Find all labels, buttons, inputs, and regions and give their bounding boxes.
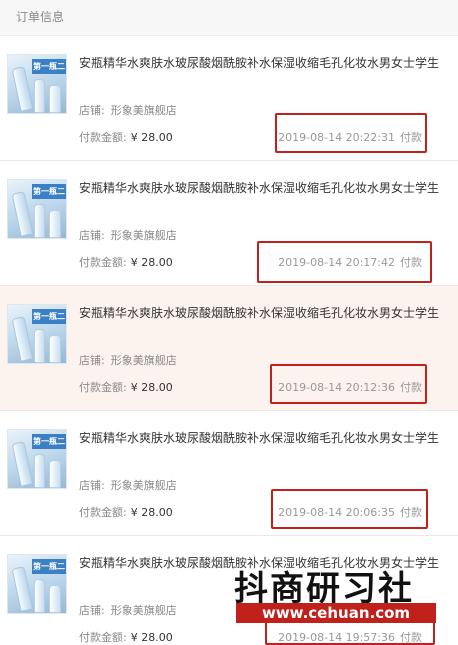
- bottle-graphic: [34, 579, 45, 613]
- bottle-graphic: [34, 454, 45, 488]
- amount-label: 付款金额:: [79, 631, 127, 644]
- payment-status: 付款: [400, 506, 422, 519]
- amount-line: 付款金额: ¥ 28.00: [79, 504, 173, 520]
- shop-label: 店铺:: [79, 479, 105, 492]
- payment-time: 2019-08-14 19:57:36 付款: [278, 629, 422, 645]
- amount-value: ¥ 28.00: [130, 131, 173, 144]
- payment-status: 付款: [400, 381, 422, 394]
- watermark: 抖商研习社 www.cehuan.com: [234, 561, 438, 627]
- thumbnail-banner: 第一瓶二: [32, 434, 66, 449]
- bottle-graphic: [11, 566, 34, 612]
- watermark-url: www.cehuan.com: [236, 603, 436, 623]
- bottle-graphic: [49, 460, 61, 488]
- product-thumbnail[interactable]: 第一瓶二: [7, 179, 67, 239]
- bottle-graphic: [49, 210, 61, 238]
- payment-time: 2019-08-14 20:12:36 付款: [278, 379, 422, 395]
- amount-value: ¥ 28.00: [130, 631, 173, 644]
- amount-line: 付款金额: ¥ 28.00: [79, 629, 173, 645]
- amount-value: ¥ 28.00: [130, 256, 173, 269]
- section-header: 订单信息: [0, 0, 458, 36]
- order-item[interactable]: 第一瓶二 安瓶精华水爽肤水玻尿酸烟酰胺补水保湿收缩毛孔化妆水男女士学生店铺: 形象美…: [0, 286, 458, 411]
- shop-line: 店铺: 形象美旗舰店: [79, 352, 177, 368]
- payment-timestamp: 2019-08-14 19:57:36: [278, 631, 395, 644]
- section-title: 订单信息: [16, 10, 65, 24]
- shop-label: 店铺:: [79, 354, 105, 367]
- shop-label: 店铺:: [79, 104, 105, 117]
- product-title[interactable]: 安瓶精华水爽肤水玻尿酸烟酰胺补水保湿收缩毛孔化妆水男女士学生: [79, 54, 439, 71]
- product-thumbnail[interactable]: 第一瓶二: [7, 54, 67, 114]
- bottle-graphic: [11, 316, 34, 362]
- payment-time: 2019-08-14 20:22:31 付款: [278, 129, 422, 145]
- product-thumbnail[interactable]: 第一瓶二: [7, 429, 67, 489]
- bottle-graphic: [11, 441, 34, 487]
- shop-name[interactable]: 形象美旗舰店: [111, 104, 177, 117]
- order-item[interactable]: 第一瓶二 安瓶精华水爽肤水玻尿酸烟酰胺补水保湿收缩毛孔化妆水男女士学生店铺: 形象美…: [0, 411, 458, 536]
- bottle-graphic: [34, 79, 45, 113]
- amount-label: 付款金额:: [79, 131, 127, 144]
- amount-value: ¥ 28.00: [130, 381, 173, 394]
- thumbnail-banner: 第一瓶二: [32, 59, 66, 74]
- shop-name[interactable]: 形象美旗舰店: [111, 479, 177, 492]
- payment-status: 付款: [400, 256, 422, 269]
- thumbnail-banner: 第一瓶二: [32, 184, 66, 199]
- amount-line: 付款金额: ¥ 28.00: [79, 379, 173, 395]
- product-thumbnail[interactable]: 第一瓶二: [7, 304, 67, 364]
- thumbnail-banner: 第一瓶二: [32, 309, 66, 324]
- bottle-graphic: [11, 191, 34, 237]
- bottle-graphic: [49, 335, 61, 363]
- amount-value: ¥ 28.00: [130, 506, 173, 519]
- payment-status: 付款: [400, 631, 422, 644]
- order-item[interactable]: 第一瓶二 安瓶精华水爽肤水玻尿酸烟酰胺补水保湿收缩毛孔化妆水男女士学生店铺: 形象美…: [0, 36, 458, 161]
- order-list: 第一瓶二 安瓶精华水爽肤水玻尿酸烟酰胺补水保湿收缩毛孔化妆水男女士学生 店铺: 形象美…: [0, 36, 458, 645]
- product-title[interactable]: 安瓶精华水爽肤水玻尿酸烟酰胺补水保湿收缩毛孔化妆水男女士学生: [79, 304, 439, 321]
- payment-time: 2019-08-14 20:17:42 付款: [278, 254, 422, 270]
- shop-name[interactable]: 形象美旗舰店: [111, 354, 177, 367]
- payment-timestamp: 2019-08-14 20:17:42: [278, 256, 395, 269]
- bottle-graphic: [34, 329, 45, 363]
- amount-line: 付款金额: ¥ 28.00: [79, 129, 173, 145]
- shop-label: 店铺:: [79, 604, 105, 617]
- payment-timestamp: 2019-08-14 20:22:31: [278, 131, 395, 144]
- product-title[interactable]: 安瓶精华水爽肤水玻尿酸烟酰胺补水保湿收缩毛孔化妆水男女士学生: [79, 429, 439, 446]
- shop-name[interactable]: 形象美旗舰店: [111, 604, 177, 617]
- order-info-page: 订单信息 第一瓶二 安瓶精华水爽肤水玻尿酸烟酰胺补水保湿收缩毛孔化妆水男女士学生店…: [0, 0, 458, 645]
- shop-line: 店铺: 形象美旗舰店: [79, 102, 177, 118]
- payment-timestamp: 2019-08-14 20:12:36: [278, 381, 395, 394]
- order-item[interactable]: 第一瓶二 安瓶精华水爽肤水玻尿酸烟酰胺补水保湿收缩毛孔化妆水男女士学生店铺: 形象美…: [0, 161, 458, 286]
- payment-status: 付款: [400, 131, 422, 144]
- shop-line: 店铺: 形象美旗舰店: [79, 602, 177, 618]
- shop-line: 店铺: 形象美旗舰店: [79, 227, 177, 243]
- payment-timestamp: 2019-08-14 20:06:35: [278, 506, 395, 519]
- amount-label: 付款金额:: [79, 381, 127, 394]
- product-title[interactable]: 安瓶精华水爽肤水玻尿酸烟酰胺补水保湿收缩毛孔化妆水男女士学生: [79, 179, 439, 196]
- shop-name[interactable]: 形象美旗舰店: [111, 229, 177, 242]
- bottle-graphic: [34, 204, 45, 238]
- bottle-graphic: [49, 585, 61, 613]
- bottle-graphic: [11, 66, 34, 112]
- amount-line: 付款金额: ¥ 28.00: [79, 254, 173, 270]
- amount-label: 付款金额:: [79, 256, 127, 269]
- thumbnail-banner: 第一瓶二: [32, 559, 66, 574]
- product-thumbnail[interactable]: 第一瓶二: [7, 554, 67, 614]
- shop-line: 店铺: 形象美旗舰店: [79, 477, 177, 493]
- payment-time: 2019-08-14 20:06:35 付款: [278, 504, 422, 520]
- amount-label: 付款金额:: [79, 506, 127, 519]
- bottle-graphic: [49, 85, 61, 113]
- shop-label: 店铺:: [79, 229, 105, 242]
